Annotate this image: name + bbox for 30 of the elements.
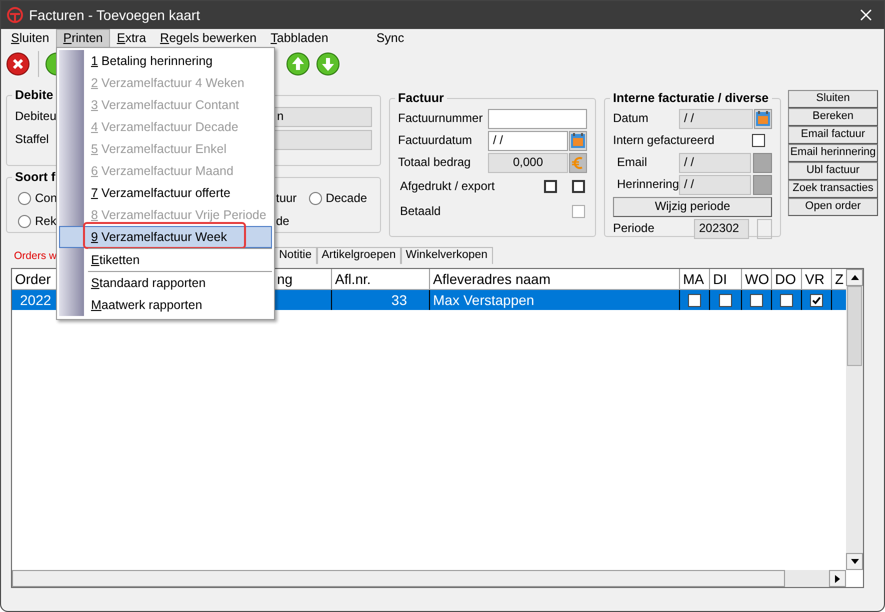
field-label: Totaal bedrag (398, 155, 472, 170)
menu-item: 8 Verzamelfactuur Vrije Periode (90, 206, 268, 224)
field-label: Factuurdatum (398, 133, 474, 148)
field-label: Factuurnummer (398, 111, 484, 126)
group-title: Soort f (14, 170, 56, 184)
radio-label: de (276, 214, 290, 229)
field-label: Debiteu (15, 109, 58, 124)
field-label: Datum (613, 111, 650, 126)
radio-label: tuur (276, 191, 297, 206)
window-title: Facturen - Toevoegen kaart (29, 6, 201, 24)
field-label: Herinnering (616, 177, 679, 192)
field-label: Email (616, 155, 648, 170)
menu-item: 4 Verzamelfactuur Decade (90, 118, 240, 136)
field-label: Intern gefactureerd (613, 133, 716, 148)
field-label: Afgedrukt / export (400, 178, 496, 194)
table-cell: 2022 (20, 292, 52, 308)
menu-item: 3 Verzamelfactuur Contant (90, 96, 240, 114)
field-label: Periode (613, 221, 656, 236)
amount-field: 0,000 (488, 152, 568, 172)
menu-item: 2 Verzamelfactuur 4 Weken (90, 74, 246, 92)
menu-item: 6 Verzamelfactuur Maand (90, 162, 234, 180)
table-cell: 33 (391, 292, 407, 308)
group-title: Interne facturatie / diverse (612, 91, 770, 105)
table-cell: Max Verstappen (433, 292, 534, 308)
menu-item: 5 Verzamelfactuur Enkel (90, 140, 228, 158)
field-label: Betaald (400, 204, 442, 218)
period-field: 202302 (694, 218, 749, 238)
group-title: Factuur (397, 91, 445, 105)
field-label: Staffel (15, 132, 50, 147)
group-title: Debite (14, 88, 54, 102)
